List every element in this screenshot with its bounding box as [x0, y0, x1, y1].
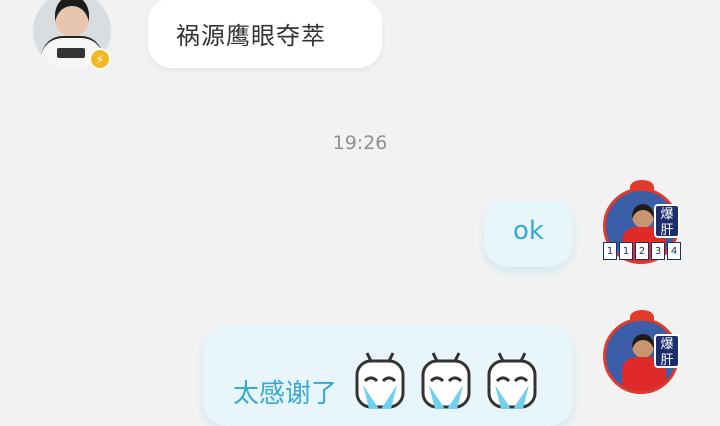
avatar-frame-tag: 爆肝	[654, 334, 680, 368]
message-timestamp: 19:26	[332, 132, 388, 154]
avatar-shirt-logo	[57, 48, 85, 58]
crying-face-emoji-icon	[355, 352, 405, 409]
lightning-badge-icon: ⚡	[89, 48, 111, 70]
self-avatar[interactable]: 爆肝	[600, 310, 684, 402]
self-avatar[interactable]: 爆肝 1 1 2 3 4	[600, 180, 684, 272]
avatar-frame-tag: 爆肝	[654, 204, 680, 238]
sent-message-text: ok	[513, 216, 544, 246]
avatar-face	[55, 0, 89, 36]
received-message-bubble[interactable]: 祸源鹰眼夺萃	[148, 0, 382, 68]
crying-face-emoji-icon	[421, 352, 471, 409]
sent-message-bubble[interactable]: ok	[484, 199, 573, 267]
crying-face-emoji-icon	[487, 352, 537, 409]
avatar-frame-numbers: 1 1 2 3 4	[600, 242, 684, 262]
sent-message-bubble[interactable]: 太感谢了	[203, 326, 573, 426]
sent-message-text: 太感谢了	[233, 379, 338, 409]
received-message-text: 祸源鹰眼夺萃	[176, 22, 326, 50]
